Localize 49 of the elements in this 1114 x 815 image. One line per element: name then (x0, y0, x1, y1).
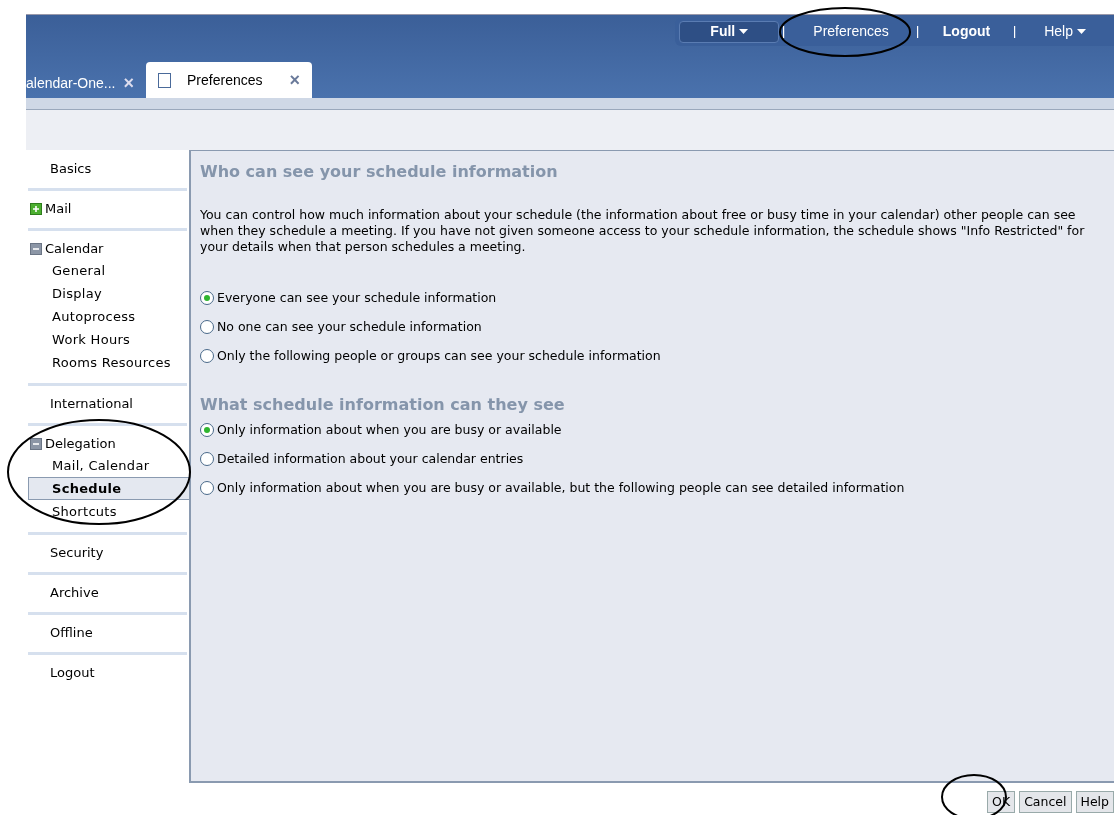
sidebar-item[interactable]: Delegation (45, 434, 116, 454)
sidebar-item[interactable]: Logout (50, 663, 95, 683)
sidebar-item[interactable]: Mail, Calendar (28, 454, 187, 477)
radio-button[interactable] (200, 291, 214, 305)
sidebar-item[interactable]: Schedule (28, 477, 192, 500)
close-icon[interactable]: × (289, 66, 300, 94)
radio-button[interactable] (200, 481, 214, 495)
section-heading: What schedule information can they see (200, 394, 566, 416)
collapse-icon[interactable] (30, 243, 42, 255)
sidebar-item[interactable]: Calendar (45, 239, 104, 259)
menu-link[interactable]: Logout (922, 20, 1011, 43)
tab-label: alendar-One... (26, 73, 116, 93)
sidebar-item[interactable]: Security (50, 543, 104, 563)
sidebar-item[interactable]: General (28, 259, 187, 282)
dialog-button[interactable]: Cancel (1019, 791, 1072, 813)
tab[interactable]: alendar-One... × (26, 68, 142, 98)
radio-label: Only information about when you are busy or available, but the following people can see detailed information (217, 478, 905, 497)
menu-separator (1014, 25, 1017, 38)
sidebar-item[interactable]: Rooms Resources (28, 351, 187, 374)
sidebar-item[interactable]: Archive (50, 583, 99, 603)
radio-label: Only the following people or groups can see your schedule information (217, 346, 661, 365)
sidebar-item[interactable]: Display (28, 282, 187, 305)
radio-label: Everyone can see your schedule information (217, 288, 497, 307)
radio-button[interactable] (200, 320, 214, 334)
radio-label: Only information about when you are busy or available (217, 420, 562, 439)
radio-button[interactable] (200, 423, 214, 437)
menu-separator (783, 25, 786, 38)
sidebar-item[interactable]: International (50, 394, 133, 414)
view-dropdown[interactable]: Full (679, 20, 780, 43)
close-icon[interactable]: × (123, 69, 134, 97)
sidebar-item[interactable]: Work Hours (28, 328, 187, 351)
sidebar-item[interactable]: Offline (50, 623, 93, 643)
sidebar-item[interactable]: Mail (45, 199, 72, 219)
expand-icon[interactable] (30, 203, 42, 215)
sidebar-item[interactable]: Autoprocess (28, 305, 187, 328)
radio-label: No one can see your schedule information (217, 317, 482, 336)
sidebar-item[interactable]: Shortcuts (28, 500, 187, 523)
menu-separator (916, 25, 919, 38)
dialog-button[interactable]: Help (1075, 791, 1114, 813)
sidebar-item[interactable]: Basics (50, 159, 92, 179)
tab-label: Preferences (187, 70, 263, 90)
radio-button[interactable] (200, 452, 214, 466)
tab[interactable]: Preferences × (146, 62, 312, 98)
radio-label: Detailed information about your calendar entries (217, 449, 524, 468)
collapse-icon[interactable] (30, 438, 42, 450)
menu-link[interactable]: Help (1020, 20, 1110, 43)
radio-button[interactable] (200, 349, 214, 363)
description-text: You can control how much information about your schedule (the information about free or busy time in your calendar) other people can see when they schedule a meeting. If you have not given someone access to your schedule information, the schedule shows "Info Restricted" for your details when that person schedules a meeting. (200, 207, 1086, 255)
section-heading: Who can see your schedule information (200, 161, 559, 183)
